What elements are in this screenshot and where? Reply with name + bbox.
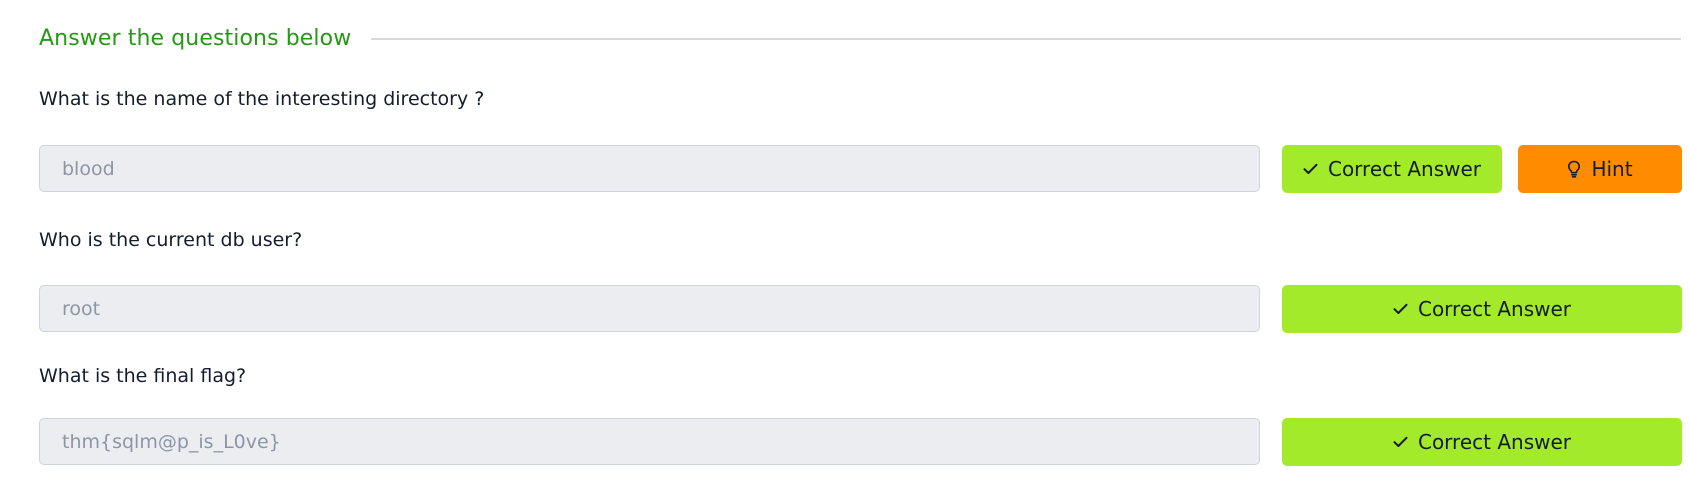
check-icon xyxy=(1393,436,1408,448)
question-2-correct-answer-button[interactable]: Correct Answer xyxy=(1282,285,1682,333)
correct-answer-label: Correct Answer xyxy=(1417,430,1572,454)
correct-answer-label: Correct Answer xyxy=(1417,297,1572,321)
hint-label: Hint xyxy=(1591,157,1633,181)
question-3-correct-answer-button[interactable]: Correct Answer xyxy=(1282,418,1682,466)
section-title: Answer the questions below xyxy=(39,25,352,51)
question-1-answer-field[interactable] xyxy=(39,145,1260,192)
question-3-text: What is the final flag? xyxy=(39,365,247,387)
question-1-correct-answer-button[interactable]: Correct Answer xyxy=(1282,145,1502,193)
question-1-hint-button[interactable]: Hint xyxy=(1518,145,1682,193)
correct-answer-label: Correct Answer xyxy=(1327,157,1482,181)
question-1-text: What is the name of the interesting dire… xyxy=(39,88,485,110)
question-2-text: Who is the current db user? xyxy=(39,229,303,251)
question-2-answer-field[interactable] xyxy=(39,285,1260,332)
section-divider xyxy=(371,38,1681,40)
section-header: Answer the questions below xyxy=(39,20,1681,56)
answer-questions-panel: Answer the questions below What is the n… xyxy=(0,0,1689,499)
question-3-answer-field[interactable] xyxy=(39,418,1260,465)
check-icon xyxy=(1393,303,1408,315)
check-icon xyxy=(1303,163,1318,175)
lightbulb-icon xyxy=(1567,160,1581,178)
